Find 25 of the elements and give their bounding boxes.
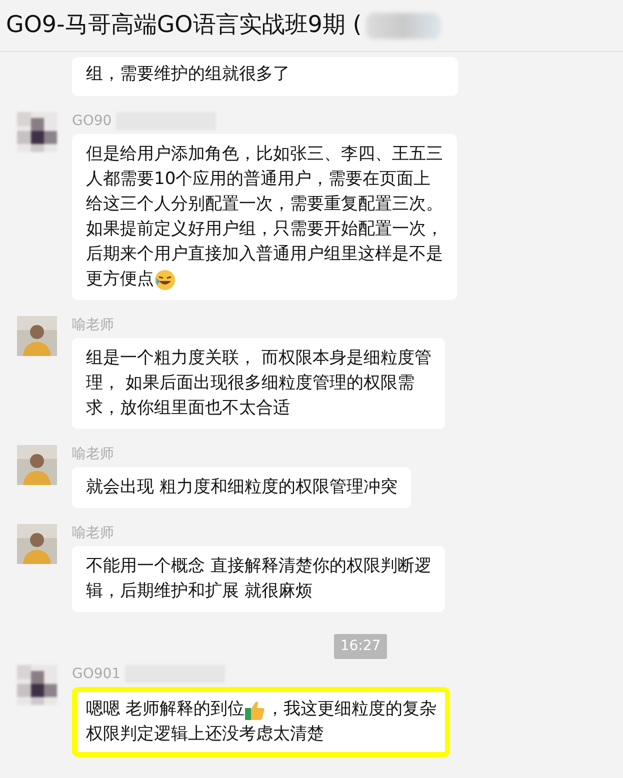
message-text: 不能用一个概念 直接解释清楚你的权限判断逻 <box>86 554 432 578</box>
message-text: 辑，后期维护和扩展 就很麻烦 <box>86 580 312 603</box>
message-text: ，我这更细粒度的复杂 <box>266 698 436 721</box>
message-text: 组是一个粗力度关联， 而权限本身是细粒度管 <box>86 346 432 370</box>
timestamp: 16:27 <box>334 634 387 659</box>
message-text: 就会出现 粗力度和细粒度的权限管理冲突 <box>86 476 398 499</box>
message-text: 权限判定逻辑上还没考虑太清楚 <box>86 722 324 746</box>
thumbs-up-icon <box>244 698 266 720</box>
sender-name: GO901 <box>72 664 121 684</box>
message-text: 如果提前定义好用户组，只需要开始配置一次， <box>86 218 443 241</box>
message-text: 理， 如果后面出现很多细粒度管理的权限需 <box>86 372 414 395</box>
sender-name: 喻老师 <box>72 444 114 464</box>
message-text: 组，需要维护的组就很多了 <box>86 62 290 86</box>
message-text: 后期来个用户直接加入普通用户组里这样是不是 <box>86 242 443 266</box>
message-text: 但是给用户添加角色，比如张三、李四、王五三 <box>86 142 443 166</box>
laughing-face-icon <box>154 268 176 290</box>
sender-name: GO90 <box>72 112 112 130</box>
window-title: GO9-马哥高端GO语言实战班9期 ( <box>6 11 362 40</box>
message-text: 更方便点 <box>86 268 154 291</box>
sender-name: 喻老师 <box>72 316 114 334</box>
sender-name: 喻老师 <box>72 524 114 542</box>
message-text: 人都需要10个应用的普通用户，需要在页面上 <box>86 168 431 191</box>
message-text: 给这三个人分别配置一次，需要重复配置三次。 <box>86 192 443 216</box>
message-text: 嗯嗯 老师解释的到位 <box>86 698 244 721</box>
message-text: 求，放你组里面也不太合适 <box>86 396 290 420</box>
